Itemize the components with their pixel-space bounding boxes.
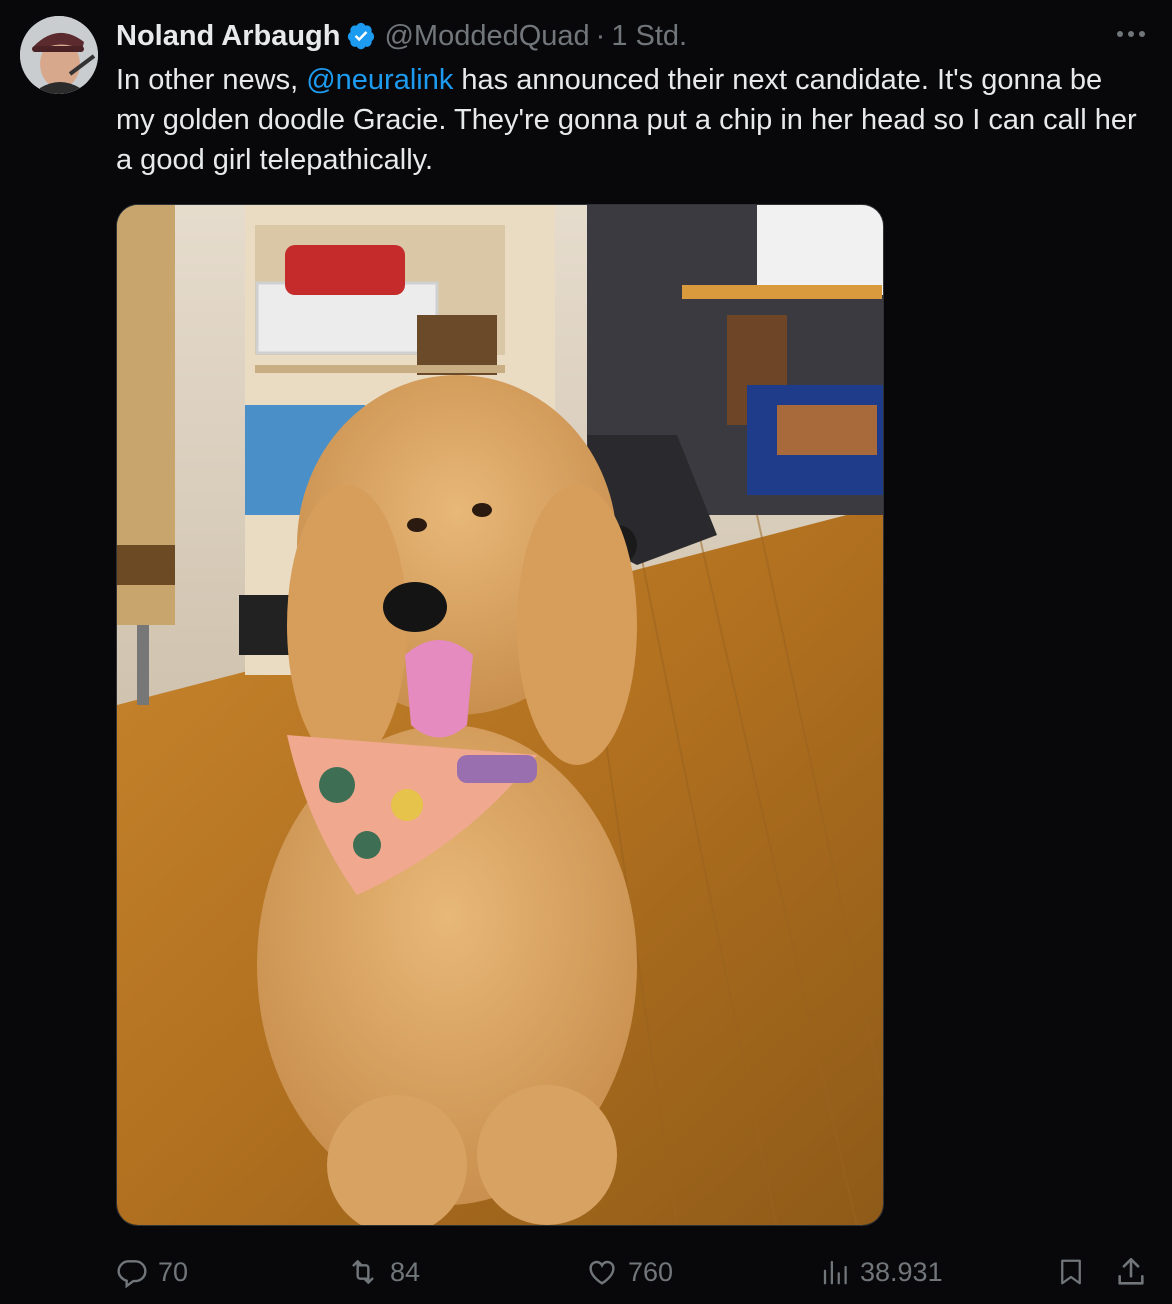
action-bar: 70 84 760 38.931 <box>116 1252 1156 1292</box>
bookmark-button[interactable] <box>1056 1252 1096 1292</box>
bookmark-icon <box>1061 1259 1081 1285</box>
tweet-photo[interactable] <box>116 204 884 1226</box>
reply-icon <box>117 1260 147 1288</box>
like-count: 760 <box>628 1256 674 1287</box>
reply-count: 70 <box>158 1256 189 1287</box>
repost-button[interactable]: 84 <box>346 1252 420 1292</box>
tweet: Noland Arbaugh @ModdedQuad · 1 Std. In o… <box>0 0 1172 1304</box>
views-count: 38.931 <box>860 1256 943 1287</box>
repost-count: 84 <box>390 1256 421 1287</box>
verified-badge-icon <box>346 21 376 51</box>
reply-button[interactable]: 70 <box>116 1252 188 1292</box>
like-button[interactable]: 760 <box>586 1252 673 1292</box>
mention-link[interactable]: @neuralink <box>306 64 453 96</box>
handle[interactable]: @ModdedQuad <box>384 20 589 53</box>
share-icon <box>1118 1257 1144 1285</box>
views-button[interactable]: 38.931 <box>820 1252 943 1292</box>
tweet-text-before: In other news, <box>116 64 307 96</box>
more-options-icon[interactable] <box>1114 22 1148 46</box>
separator-dot: · <box>595 19 606 52</box>
timestamp[interactable]: 1 Std. <box>611 20 687 53</box>
tweet-header: Noland Arbaugh @ModdedQuad · 1 Std. <box>116 18 687 54</box>
heart-icon <box>589 1260 615 1285</box>
display-name[interactable]: Noland Arbaugh <box>116 20 340 53</box>
views-chart-icon <box>823 1260 847 1285</box>
avatar[interactable] <box>20 16 98 94</box>
repost-icon <box>352 1260 374 1284</box>
share-button[interactable] <box>1114 1252 1158 1292</box>
tweet-text: In other news, @neuralink has announced … <box>116 60 1146 180</box>
